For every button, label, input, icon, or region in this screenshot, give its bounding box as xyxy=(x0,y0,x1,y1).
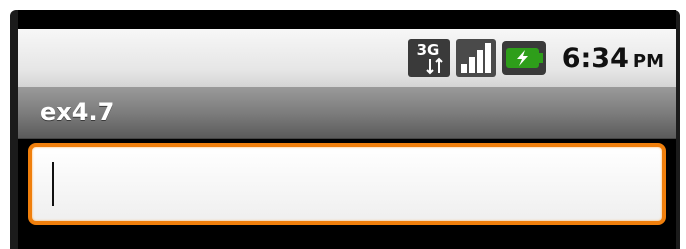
network-3g-icon: 3G xyxy=(407,39,450,77)
status-clock: 6:34 PM xyxy=(562,43,664,74)
device: 3G 6:34 PM ex4.7 xyxy=(0,0,686,249)
app-title-bar: ex4.7 xyxy=(18,87,676,139)
clock-time: 6:34 xyxy=(561,42,629,74)
app-title: ex4.7 xyxy=(40,98,115,126)
battery-charging-icon xyxy=(501,39,546,77)
clock-am-pm: PM xyxy=(632,50,664,72)
status-icons: 3G 6:34 PM xyxy=(407,39,664,77)
activity-content xyxy=(18,139,676,249)
text-cursor xyxy=(52,162,54,206)
network-type-label: 3G xyxy=(416,41,439,59)
phone-screen: 3G 6:34 PM ex4.7 xyxy=(18,10,676,249)
status-bar: 3G 6:34 PM xyxy=(18,29,676,87)
signal-strength-icon xyxy=(455,39,496,77)
text-edit-field[interactable] xyxy=(28,143,666,225)
